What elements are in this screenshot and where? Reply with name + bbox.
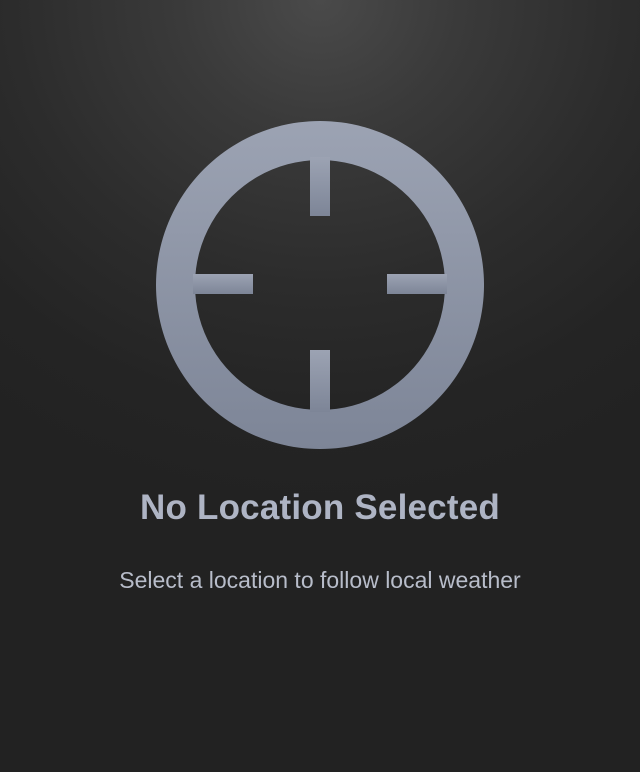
empty-state: No Location Selected Select a location t… <box>0 0 640 772</box>
empty-state-subtitle: Select a location to follow local weathe… <box>119 567 521 593</box>
crosshair-icon <box>156 121 484 449</box>
empty-state-title: No Location Selected <box>140 488 500 527</box>
